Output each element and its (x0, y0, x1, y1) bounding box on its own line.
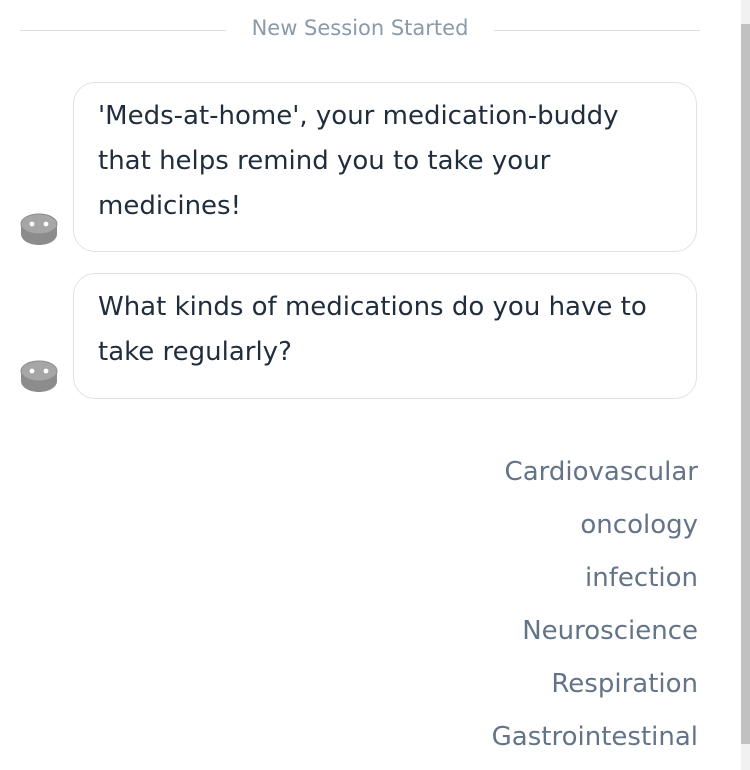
bot-message: 'Meds-at-home', your medication-buddy th… (20, 82, 700, 252)
pill-bot-icon (20, 212, 58, 246)
message-text: 'Meds-at-home', your medication-buddy th… (98, 101, 619, 221)
chat-window: New Session Started 'Meds-at-home', your… (0, 0, 750, 770)
option-infection[interactable]: infection (492, 552, 698, 605)
option-neuroscience[interactable]: Neuroscience (492, 605, 698, 658)
session-started-label: New Session Started (251, 16, 469, 40)
divider-line-left (20, 30, 226, 31)
scrollbar-track[interactable] (741, 0, 750, 770)
option-gastrointestinal[interactable]: Gastrointestinal (492, 711, 698, 764)
bot-message: What kinds of medications do you have to… (20, 273, 700, 399)
option-respiration[interactable]: Respiration (492, 658, 698, 711)
message-bubble: 'Meds-at-home', your medication-buddy th… (73, 82, 697, 252)
session-divider: New Session Started (20, 14, 700, 44)
pill-bot-icon (20, 359, 58, 393)
option-oncology[interactable]: oncology (492, 499, 698, 552)
option-cardiovascular[interactable]: Cardiovascular (492, 446, 698, 499)
quick-reply-options: Cardiovascular oncology infection Neuros… (492, 446, 698, 764)
message-text: What kinds of medications do you have to… (98, 292, 647, 367)
message-bubble: What kinds of medications do you have to… (73, 273, 697, 399)
divider-line-right (494, 30, 700, 31)
scrollbar-thumb[interactable] (741, 24, 750, 744)
